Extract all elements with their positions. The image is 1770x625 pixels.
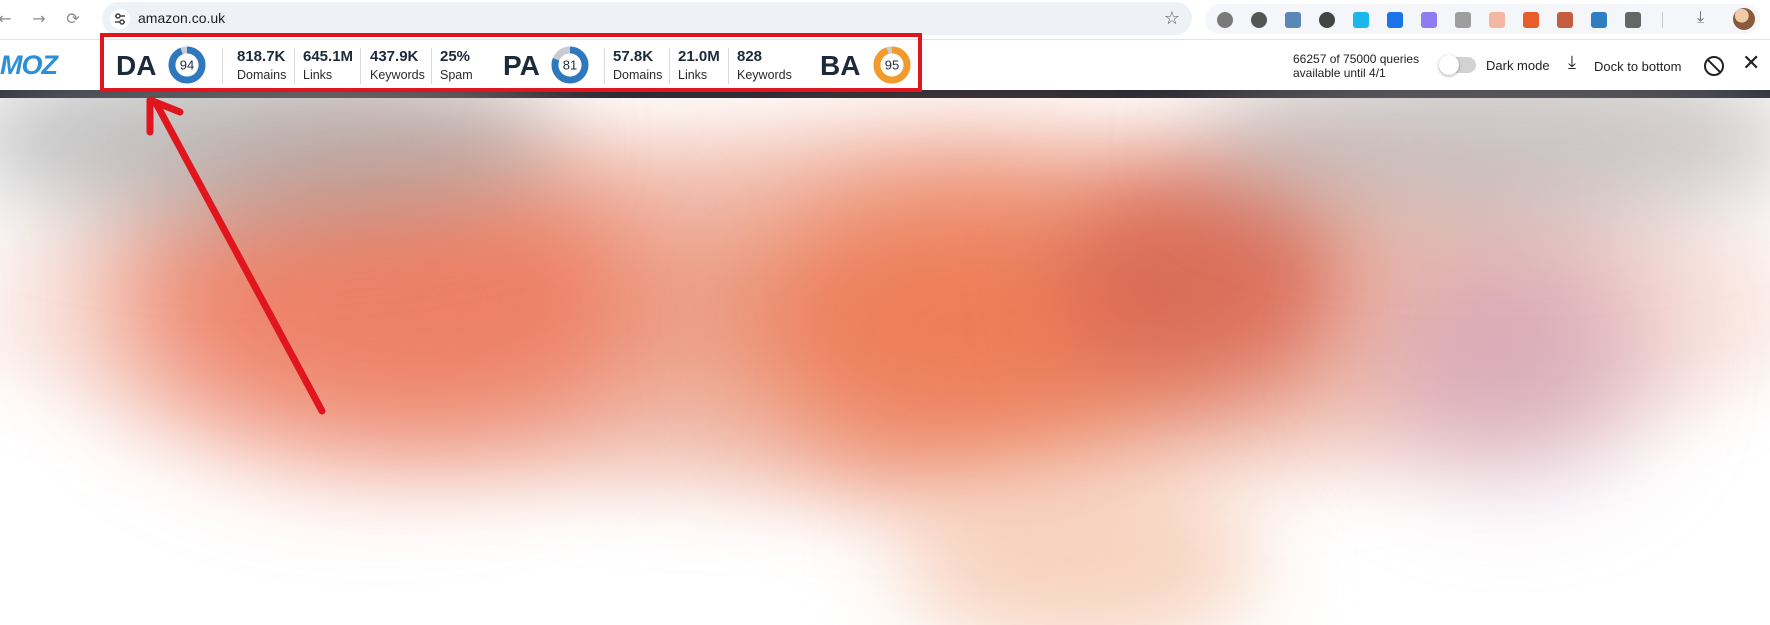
check-ext-icon[interactable] (1421, 12, 1437, 28)
reload-button[interactable]: ⟳ (62, 8, 84, 30)
moz-logo: MOZ (0, 50, 58, 80)
browser-window: ← → ⟳ amazon.co.uk ☆ ⤓ MOZ DA 94 818.7K … (0, 0, 1770, 625)
puzzle-ext-icon[interactable] (1625, 12, 1641, 28)
highlight-box (100, 33, 922, 92)
extensions-bar (1205, 4, 1760, 34)
disable-icon[interactable] (1703, 55, 1725, 77)
grammarly-ext-icon[interactable] (1319, 12, 1335, 28)
camera-ext-icon[interactable] (1455, 12, 1471, 28)
s-ext-icon[interactable] (1591, 12, 1607, 28)
score-94-ext-icon[interactable] (1285, 12, 1301, 28)
url-text[interactable]: amazon.co.uk (138, 10, 225, 26)
toggle-knob (1439, 55, 1459, 75)
site-settings-icon[interactable] (110, 9, 130, 29)
vimeo-ext-icon[interactable] (1353, 12, 1369, 28)
quota-line-2: available until 4/1 (1293, 66, 1386, 80)
onepassword-ext-icon[interactable] (1387, 12, 1403, 28)
toolbar-divider (1662, 12, 1663, 28)
quota-line-1: 66257 of 75000 queries (1293, 52, 1420, 66)
record-ext-icon[interactable] (1523, 12, 1539, 28)
close-icon[interactable]: ✕ (1742, 53, 1760, 75)
dock-to-bottom-button[interactable]: Dock to bottom (1594, 59, 1681, 74)
forward-button[interactable]: → (28, 8, 50, 30)
blurred-shape (1380, 250, 1640, 470)
back-button[interactable]: ← (0, 8, 16, 30)
address-bar[interactable]: amazon.co.uk ☆ (102, 2, 1192, 35)
sun-ext-icon[interactable] (1251, 12, 1267, 28)
download-icon[interactable]: ⤓ (1697, 7, 1704, 27)
page-content-blurred (0, 90, 1770, 625)
dock-bottom-icon[interactable]: ⤓ (1568, 52, 1576, 73)
dark-mode-label[interactable]: Dark mode (1486, 58, 1550, 73)
query-quota: 66257 of 75000 queries available until 4… (1293, 52, 1419, 80)
edit-ext-icon[interactable] (1489, 12, 1505, 28)
bookmark-star-icon[interactable]: ☆ (1164, 8, 1180, 29)
pen-ext-icon[interactable] (1557, 12, 1573, 28)
dark-mode-toggle[interactable] (1439, 55, 1476, 75)
k-ext-icon[interactable] (1217, 12, 1233, 28)
blurred-shape (1060, 170, 1340, 390)
profile-avatar[interactable] (1733, 8, 1755, 30)
